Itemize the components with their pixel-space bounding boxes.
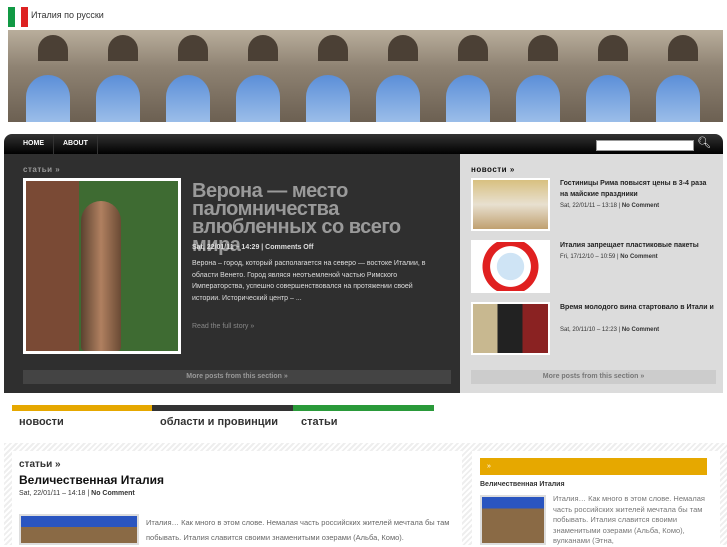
news-meta: Fri, 17/12/10 – 10:59 | No Comment bbox=[560, 254, 658, 260]
widget-title[interactable]: Величественная Италия bbox=[480, 481, 565, 488]
category-news[interactable]: новости bbox=[19, 416, 64, 428]
banner-arch bbox=[446, 75, 490, 122]
banner-arch bbox=[38, 35, 68, 61]
search-input[interactable] bbox=[596, 140, 694, 151]
banner-arch bbox=[656, 75, 700, 122]
banner-arch bbox=[458, 35, 488, 61]
featured-more-posts-button[interactable]: More posts from this section » bbox=[23, 370, 451, 384]
banner-arch bbox=[388, 35, 418, 61]
news-meta: Sat, 22/01/11 – 13:18 | No Comment bbox=[560, 203, 660, 209]
banner-arch bbox=[516, 75, 560, 122]
banner-arch bbox=[598, 35, 628, 61]
news-title[interactable]: Италия запрещает пластиковые пакеты bbox=[560, 240, 715, 251]
news-meta: Sat, 20/11/10 – 12:23 | No Comment bbox=[560, 327, 660, 333]
news-thumbnail[interactable] bbox=[471, 178, 550, 231]
banner-arch bbox=[96, 75, 140, 122]
article-thumbnail[interactable] bbox=[19, 514, 139, 545]
news-section-label[interactable]: новости » bbox=[471, 165, 515, 174]
article-excerpt: Италия… Как много в этом слове. Немалая … bbox=[146, 518, 450, 542]
widget-excerpt: Италия… Как много в этом слове. Немалая … bbox=[553, 494, 705, 545]
banner-arch bbox=[528, 35, 558, 61]
nav-home[interactable]: HOME bbox=[14, 134, 54, 154]
widget-header: » bbox=[480, 458, 707, 475]
read-more-link[interactable]: Read the full story » bbox=[192, 323, 254, 330]
news-thumbnail[interactable] bbox=[471, 240, 550, 293]
header-banner: (function(){const b=document.currentScri… bbox=[8, 30, 723, 122]
featured-excerpt: Верона – город, который располагается на… bbox=[192, 260, 426, 302]
article-section-label[interactable]: статьи » bbox=[19, 459, 61, 470]
banner-arch bbox=[178, 35, 208, 61]
featured-meta: Sat, 22/01/11 – 14:29 | Comments Off bbox=[192, 244, 314, 251]
banner-arch bbox=[166, 75, 210, 122]
italy-flag-icon bbox=[8, 7, 29, 27]
search-icon[interactable]: 🔍︎ bbox=[697, 136, 711, 149]
banner-arch bbox=[586, 75, 630, 122]
news-title[interactable]: Время молодого вина стартовало в Итали и bbox=[560, 302, 715, 313]
news-thumbnail[interactable] bbox=[471, 302, 550, 355]
nav-about[interactable]: ABOUT bbox=[54, 134, 98, 154]
banner-arch bbox=[306, 75, 350, 122]
featured-image[interactable] bbox=[23, 178, 181, 354]
banner-arch bbox=[26, 75, 70, 122]
banner-arch bbox=[236, 75, 280, 122]
banner-arch bbox=[668, 35, 698, 61]
banner-arch bbox=[318, 35, 348, 61]
category-regions[interactable]: области и провинции bbox=[160, 416, 278, 428]
category-bar bbox=[293, 405, 434, 411]
banner-arch bbox=[248, 35, 278, 61]
category-bar bbox=[152, 405, 293, 411]
banner-arch bbox=[376, 75, 420, 122]
category-bar bbox=[12, 405, 152, 411]
banner-arch bbox=[108, 35, 138, 61]
news-more-posts-button[interactable]: More posts from this section » bbox=[471, 370, 716, 384]
article-meta: Sat, 22/01/11 – 14:18 | No Comment bbox=[19, 490, 135, 497]
news-title[interactable]: Гостиницы Рима повысят цены в 3-4 раза н… bbox=[560, 178, 715, 200]
category-articles[interactable]: статьи bbox=[301, 416, 338, 428]
featured-section-label[interactable]: статьи » bbox=[23, 165, 60, 174]
widget-thumbnail[interactable] bbox=[480, 495, 546, 545]
site-title[interactable]: Италия по русски bbox=[31, 10, 104, 20]
article-title[interactable]: Величественная Италия bbox=[19, 473, 164, 487]
